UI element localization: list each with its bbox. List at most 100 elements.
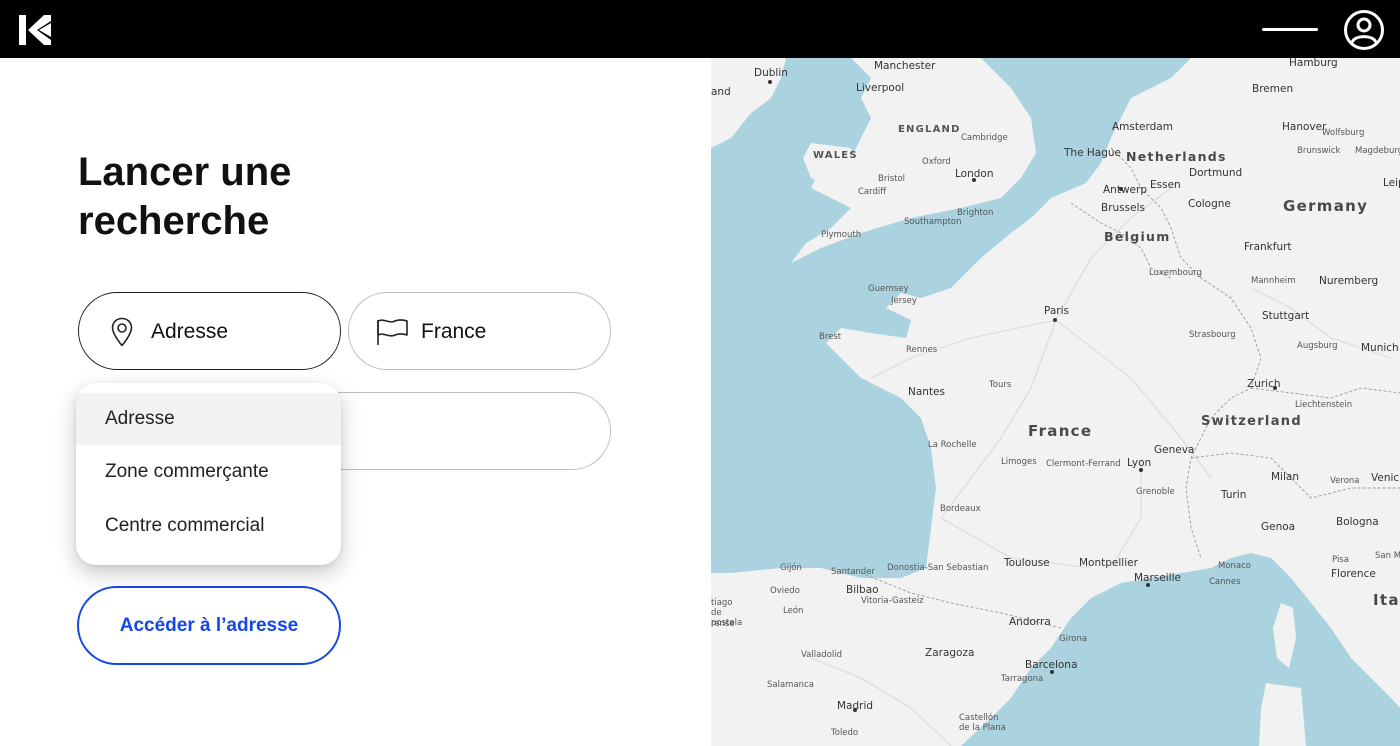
map-label-city: Florence bbox=[1331, 568, 1376, 580]
map-label-city: San M bbox=[1375, 551, 1400, 561]
map-label-wales: WALES bbox=[813, 150, 858, 161]
map-label-city: Valladolid bbox=[801, 650, 843, 660]
search-type-dropdown: Adresse Zone commerçante Centre commerci… bbox=[76, 383, 341, 565]
go-to-address-button[interactable]: Accéder à l’adresse bbox=[77, 586, 341, 665]
hamburger-menu-icon[interactable] bbox=[1258, 18, 1322, 42]
map-label-city: Jersey bbox=[891, 296, 917, 306]
map-label-city: Limoges bbox=[1001, 457, 1037, 467]
map-label-city: Pisa bbox=[1332, 555, 1349, 565]
map-label-city: Guernsey bbox=[868, 284, 909, 294]
map-label-city: Liechtenstein bbox=[1295, 400, 1353, 410]
map-label-city: Genoa bbox=[1261, 521, 1296, 533]
map-label-city: Dublin bbox=[754, 67, 788, 79]
map-label-city: Tarragona bbox=[1001, 674, 1044, 684]
map-label-city: Amsterdam bbox=[1112, 121, 1173, 133]
map-label-city: Stuttgart bbox=[1262, 310, 1310, 322]
map-label-city: Brussels bbox=[1101, 202, 1145, 214]
map-label-city: Oviedo bbox=[770, 586, 800, 596]
map-label-city: Cardiff bbox=[858, 187, 887, 197]
map-label-city: Vitoria-Gasteiz bbox=[861, 596, 924, 606]
map-label-city: Gijón bbox=[780, 563, 802, 573]
page-title: Lancer une recherche bbox=[78, 148, 458, 246]
map-label-city: rense bbox=[711, 619, 735, 629]
search-type-value: Adresse bbox=[151, 320, 229, 343]
map-city-dot bbox=[1050, 670, 1054, 674]
map-label-city: and bbox=[711, 86, 731, 98]
map-label-city: Monaco bbox=[1218, 561, 1252, 571]
dropdown-option-zone-commercante[interactable]: Zone commerçante bbox=[76, 445, 341, 499]
map-label-city: Milan bbox=[1271, 471, 1299, 483]
map-label-city: Verona bbox=[1330, 476, 1360, 486]
map-label-city: Toledo bbox=[831, 728, 859, 738]
map-label-city: Cannes bbox=[1209, 577, 1241, 587]
map-label-city: Bristol bbox=[878, 174, 906, 184]
map-label-city: Leipzi bbox=[1383, 177, 1400, 189]
map-label-city: Girona bbox=[1059, 634, 1088, 644]
map-label-city: Mannheim bbox=[1251, 276, 1296, 286]
map-label-city: Essen bbox=[1150, 179, 1181, 191]
map-label-city: Castellón de la Plana bbox=[959, 713, 1006, 733]
map-label-city: Nantes bbox=[908, 386, 945, 398]
map-label-city: Frankfurt bbox=[1244, 241, 1292, 253]
map-label-city: La Rochelle bbox=[928, 440, 977, 450]
map-label-city: Lyon bbox=[1127, 457, 1152, 469]
map-city-dot bbox=[1146, 583, 1150, 587]
map-label-netherlands: Netherlands bbox=[1126, 149, 1227, 164]
map-label-city: Bilbao bbox=[846, 584, 879, 596]
map-label-city: Dortmund bbox=[1189, 167, 1243, 179]
map-label-city: Cambridge bbox=[961, 133, 1008, 143]
map-city-dot bbox=[853, 708, 857, 712]
map-label-city: Salamanca bbox=[767, 680, 814, 690]
map-label-city: Nuremberg bbox=[1319, 275, 1379, 287]
map-pin-icon bbox=[107, 316, 137, 348]
map-label-city: Turin bbox=[1221, 489, 1247, 501]
country-value: France bbox=[421, 320, 487, 343]
map-label-city: Clermont-Ferrand bbox=[1046, 459, 1121, 469]
map-label-germany: Germany bbox=[1283, 197, 1369, 215]
map-label-city: Marseille bbox=[1134, 572, 1181, 584]
map-label-city: Geneva bbox=[1154, 444, 1195, 456]
map-label-city: Brighton bbox=[957, 208, 994, 218]
k-logo-icon[interactable] bbox=[17, 13, 51, 47]
map-label-city: Wolfsburg bbox=[1322, 128, 1365, 138]
page-title-line2: recherche bbox=[78, 199, 270, 243]
dropdown-option-centre-commercial[interactable]: Centre commercial bbox=[76, 499, 341, 553]
map-label-city: Santander bbox=[831, 567, 876, 577]
map-label-switzerland: Switzerland bbox=[1201, 414, 1302, 429]
map-label-city: Brunswick bbox=[1297, 146, 1341, 156]
map-label-city: Antwerp bbox=[1103, 184, 1147, 196]
map-label-city: Grenoble bbox=[1136, 487, 1175, 497]
map-view[interactable]: France Germany Switzerland Belgium Nethe… bbox=[711, 58, 1400, 746]
map-city-dot bbox=[1119, 187, 1123, 191]
map-label-city: Southampton bbox=[904, 217, 962, 227]
page-title-line1: Lancer une bbox=[78, 150, 292, 194]
map-label-city: Magdeburg bbox=[1355, 146, 1400, 156]
map-label-city: Brest bbox=[819, 332, 842, 342]
map-label-england: ENGLAND bbox=[898, 124, 961, 135]
map-label-city: Oxford bbox=[922, 157, 951, 167]
dropdown-option-adresse[interactable]: Adresse bbox=[76, 393, 341, 445]
map-label-city: Toulouse bbox=[1004, 557, 1050, 569]
map-city-dot bbox=[768, 80, 772, 84]
user-account-icon[interactable] bbox=[1342, 8, 1386, 52]
map-city-dot bbox=[972, 178, 976, 182]
map-label-city: Andorra bbox=[1009, 616, 1051, 628]
map-label-france: France bbox=[1028, 422, 1093, 440]
map-label-city: Cologne bbox=[1188, 198, 1231, 210]
map-label-city: Manchester bbox=[874, 60, 936, 72]
map-label-city: Bremen bbox=[1252, 83, 1294, 95]
map-label-city: Zaragoza bbox=[925, 647, 975, 659]
map-label-city: Munich bbox=[1361, 342, 1399, 354]
map-label-city: Hamburg bbox=[1289, 58, 1338, 69]
map-label-city: León bbox=[783, 606, 804, 616]
flag-icon bbox=[375, 318, 409, 346]
map-label-city: Liverpool bbox=[856, 82, 905, 94]
search-type-select[interactable]: Adresse bbox=[78, 292, 341, 370]
map-city-dot bbox=[1273, 386, 1277, 390]
map-label-city: The Hague bbox=[1064, 147, 1121, 159]
map-city-dot bbox=[1053, 318, 1057, 322]
map-label-city: Venic bbox=[1371, 472, 1400, 484]
map-label-belgium: Belgium bbox=[1104, 229, 1171, 244]
map-label-city: Paris bbox=[1044, 305, 1069, 317]
country-select[interactable]: France bbox=[348, 292, 611, 370]
